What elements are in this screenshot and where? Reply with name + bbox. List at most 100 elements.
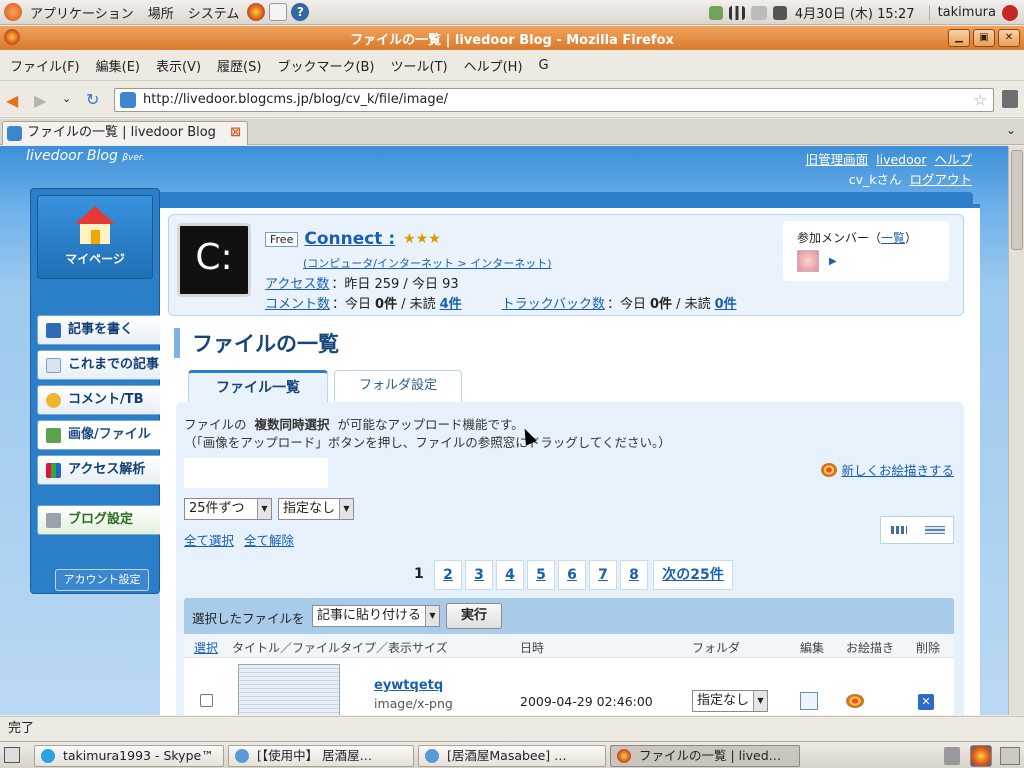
select-all-link[interactable]: 全て選択 [184, 530, 234, 549]
trackback-unread-link[interactable]: 0件 [715, 293, 737, 312]
window-menu-icon[interactable] [4, 29, 20, 45]
file-title-link[interactable]: eywtqetq [374, 678, 443, 693]
reload-icon[interactable]: ↻ [86, 90, 99, 109]
page-link-4[interactable]: 4 [496, 560, 524, 590]
next-page-link[interactable]: 次の25件 [653, 560, 733, 590]
nav-comments-tb[interactable]: コメント/TB [37, 385, 161, 415]
menu-view[interactable]: 表示(V) [156, 56, 201, 75]
close-window-button[interactable]: ✕ [998, 29, 1020, 47]
member-avatar[interactable] [797, 250, 819, 272]
member-list-link[interactable]: 一覧 [881, 229, 905, 246]
back-button[interactable]: ◀ [6, 91, 18, 110]
history-dropdown-icon[interactable]: ⌄ [62, 92, 71, 105]
menu-help[interactable]: ヘルプ(H) [464, 56, 523, 75]
bulk-action-select[interactable]: 記事に貼り付ける ▼ [312, 605, 440, 627]
page-link-8[interactable]: 8 [620, 560, 648, 590]
row-checkbox[interactable] [200, 694, 213, 707]
mail-launcher-icon[interactable] [269, 3, 288, 21]
delete-icon[interactable]: ✕ [918, 694, 934, 710]
page-link-3[interactable]: 3 [465, 560, 493, 590]
help-launcher-icon[interactable]: ? [291, 3, 310, 21]
menu-history[interactable]: 履歴(S) [217, 56, 261, 75]
minimize-button[interactable]: ▁ [948, 29, 970, 47]
draw-palette-icon[interactable] [846, 694, 864, 708]
mypage-button[interactable]: マイページ [37, 195, 153, 279]
tab-folder-settings[interactable]: フォルダ設定 [334, 370, 462, 402]
applications-menu[interactable]: アプリケーション [30, 3, 134, 22]
firefox-tray-icon[interactable] [970, 745, 992, 767]
vertical-scrollbar[interactable] [1008, 146, 1024, 715]
run-button[interactable]: 実行 [446, 603, 502, 629]
tab-file-list[interactable]: ファイル一覧 [188, 370, 328, 402]
trackback-count-link[interactable]: トラックバック数 [502, 293, 605, 312]
logout-link[interactable]: ログアウト [909, 172, 972, 187]
upload-button-area[interactable] [184, 458, 328, 488]
new-drawing-link[interactable]: 新しくお絵描きする [841, 460, 954, 479]
page-link-2[interactable]: 2 [434, 560, 462, 590]
system-menu[interactable]: システム [188, 3, 240, 22]
help-link[interactable]: ヘルプ [934, 152, 972, 167]
nav-past-articles[interactable]: これまでの記事 [37, 350, 161, 380]
page-link-7[interactable]: 7 [589, 560, 617, 590]
tab-close-icon[interactable]: ⊠ [230, 122, 241, 144]
col-select[interactable]: 選択 [194, 639, 218, 656]
bookmark-star-icon[interactable]: ☆ [974, 89, 987, 111]
maximize-button[interactable]: ▣ [973, 29, 995, 47]
menu-file[interactable]: ファイル(F) [10, 56, 80, 75]
list-view-icon[interactable] [917, 517, 953, 543]
clear-all-link[interactable]: 全て解除 [244, 530, 294, 549]
clock[interactable]: 4月30日 (木) 15:27 [795, 3, 915, 22]
toolbar-end-icon[interactable] [1002, 90, 1018, 108]
blog-name-link[interactable]: Connect : [304, 229, 395, 249]
per-page-select[interactable]: 25件ずつ ▼ [184, 498, 272, 520]
network-signal-icon[interactable] [728, 5, 745, 20]
row-folder-select[interactable]: 指定なし ▼ [692, 690, 768, 712]
member-next-icon[interactable]: ▶ [829, 256, 837, 267]
category-link[interactable]: (コンピュータ/インターネット > インターネット) [303, 255, 552, 271]
task-window-2[interactable]: [【使用中】 居酒屋… [228, 745, 414, 767]
nav-access-analysis[interactable]: アクセス解析 [37, 455, 161, 485]
nav-blog-settings[interactable]: ブログ設定 [37, 505, 161, 535]
power-icon[interactable] [1002, 4, 1018, 21]
task-skype[interactable]: takimura1993 - Skype™ [34, 745, 224, 767]
nav-write-article[interactable]: 記事を書く [37, 315, 161, 345]
task-firefox[interactable]: ファイルの一覧 | lived… [610, 745, 800, 767]
scrollbar-thumb[interactable] [1011, 150, 1023, 250]
nav-images-files[interactable]: 画像/ファイル [37, 420, 161, 450]
chevron-down-icon: ▼ [339, 499, 353, 519]
volume-icon[interactable] [772, 5, 787, 20]
firefox-launcher-icon[interactable] [247, 3, 266, 21]
menu-g[interactable]: G [539, 58, 549, 73]
places-menu[interactable]: 場所 [148, 3, 174, 22]
workspace-switcher-icon[interactable] [1000, 747, 1020, 765]
menu-edit[interactable]: 編集(E) [96, 56, 140, 75]
file-thumbnail[interactable] [238, 664, 340, 715]
menu-bookmarks[interactable]: ブックマーク(B) [277, 56, 374, 75]
task-window-3[interactable]: [居酒屋Masabee] … [418, 745, 606, 767]
folder-filter-select[interactable]: 指定なし ▼ [278, 498, 354, 520]
comment-count-link[interactable]: コメント数 [265, 293, 330, 312]
edit-icon[interactable] [800, 692, 818, 710]
url-bar[interactable]: http://livedoor.blogcms.jp/blog/cv_k/fil… [114, 88, 994, 112]
tab-files[interactable]: ファイルの一覧 | livedoor Blog ⊠ [2, 121, 248, 145]
notification-icon[interactable] [708, 5, 723, 20]
ubuntu-logo-icon[interactable] [4, 3, 22, 21]
menu-tools[interactable]: ツール(T) [391, 56, 448, 75]
show-desktop-icon[interactable] [4, 747, 20, 763]
trash-icon[interactable] [944, 747, 960, 765]
old-admin-link[interactable]: 旧管理画面 [806, 152, 869, 167]
livedoor-blog-logo[interactable]: livedoor Blog βver. [26, 148, 145, 164]
forward-button[interactable]: ▶ [34, 91, 46, 110]
page-link-6[interactable]: 6 [558, 560, 586, 590]
access-count-link[interactable]: アクセス数 [265, 273, 329, 292]
account-settings-button[interactable]: アカウント設定 [55, 569, 149, 591]
page-link-5[interactable]: 5 [527, 560, 555, 590]
app-icon [425, 749, 439, 763]
blog-avatar[interactable]: C: [177, 223, 251, 297]
livedoor-link[interactable]: livedoor [876, 152, 926, 167]
comment-unread-link[interactable]: 4件 [440, 293, 462, 312]
user-name[interactable]: takimura [928, 5, 996, 20]
grid-view-icon[interactable] [881, 517, 917, 543]
printer-icon[interactable] [750, 5, 767, 20]
tab-list-icon[interactable]: ⌄ [1006, 123, 1016, 137]
